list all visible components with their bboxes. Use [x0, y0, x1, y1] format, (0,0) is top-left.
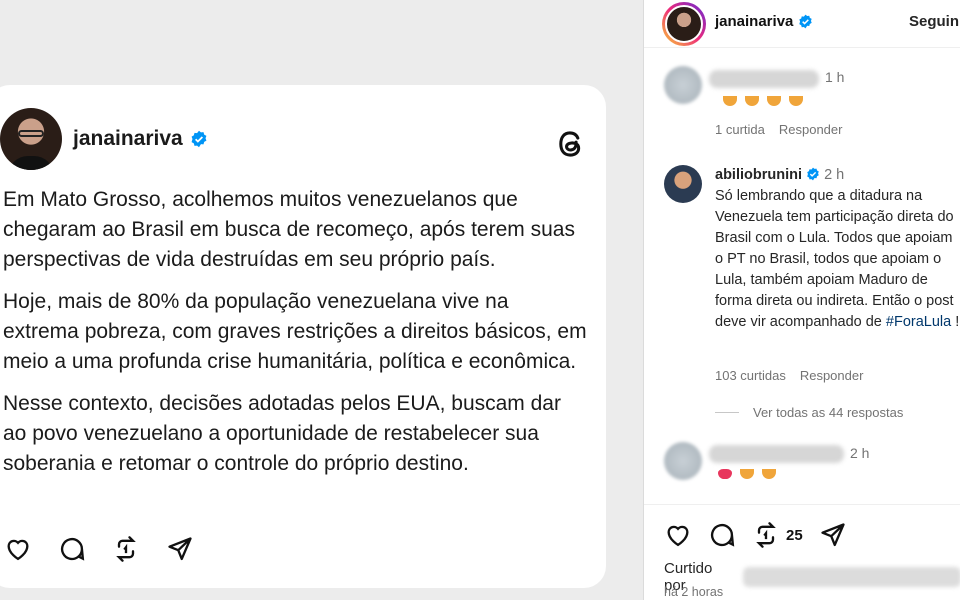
emoji-icon: [762, 469, 776, 479]
emoji-icon: [789, 96, 803, 106]
panel-author-name[interactable]: janainariva: [715, 13, 793, 30]
hashtag-link[interactable]: #ForaLula: [886, 314, 951, 330]
comment-avatar[interactable]: [664, 442, 702, 480]
comment-username[interactable]: abiliobrunini: [715, 167, 802, 183]
comment-meta: 103 curtidas Responder: [715, 368, 863, 383]
comment-emojis: [718, 469, 776, 479]
comments-list[interactable]: 1 h 1 curtida Responder abiliobrunini 2 …: [644, 48, 960, 504]
comment-icon[interactable]: [708, 521, 736, 549]
avatar-shirt: [8, 156, 54, 170]
post-actions: [4, 535, 194, 563]
comment-avatar[interactable]: [664, 66, 702, 104]
footer-actions: 25: [664, 521, 847, 549]
panel-author-avatar[interactable]: [662, 2, 706, 46]
post-paragraph-1: Em Mato Grosso, acolhemos muitos venezue…: [3, 188, 575, 271]
instagram-panel: janainariva Seguin 1 h 1 curtida Respond…: [643, 0, 960, 600]
share-icon[interactable]: [166, 535, 194, 563]
comment-text-end: !: [955, 314, 960, 330]
threads-post-card: janainariva Em Mato Grosso, acolhemos mu…: [0, 85, 606, 588]
verified-badge-icon: [191, 130, 207, 148]
post-time[interactable]: há 2 horas: [664, 585, 723, 599]
reply-button[interactable]: Responder: [779, 122, 843, 137]
heart-emoji-icon: [718, 469, 732, 479]
emoji-icon: [723, 96, 737, 106]
comment-likes[interactable]: 1 curtida: [715, 122, 765, 137]
view-replies-label[interactable]: Ver todas as 44 respostas: [753, 405, 903, 420]
panel-header: janainariva Seguin: [644, 0, 960, 48]
emoji-icon: [767, 96, 781, 106]
post-author-avatar[interactable]: [0, 108, 62, 170]
follow-button[interactable]: Seguin: [909, 13, 959, 30]
reply-button[interactable]: Responder: [800, 368, 864, 383]
avatar-glasses: [18, 130, 44, 137]
post-text: Em Mato Grosso, acolhemos muitos venezue…: [3, 185, 588, 491]
comment-time: 2 h: [850, 445, 870, 461]
comment-time: 2 h: [824, 167, 845, 183]
comment-emojis: [723, 96, 803, 106]
repost-icon[interactable]: [112, 535, 140, 563]
comment-likes[interactable]: 103 curtidas: [715, 368, 786, 383]
panel-author[interactable]: janainariva: [715, 13, 813, 30]
post-paragraph-2: Hoje, mais de 80% da população venezuela…: [3, 290, 587, 373]
comment-body: abiliobrunini 2 h Só lembrando que a dit…: [715, 165, 960, 333]
blurred-username: [709, 445, 844, 463]
repost-count: 25: [786, 526, 803, 544]
panel-footer: 25 Curtido por há 2 horas: [644, 504, 960, 600]
emoji-icon: [740, 469, 754, 479]
comment-avatar[interactable]: [664, 165, 702, 203]
verified-badge-icon: [799, 14, 813, 29]
heart-icon[interactable]: [664, 521, 692, 549]
replies-divider: [715, 412, 739, 413]
share-icon[interactable]: [819, 521, 847, 549]
comment-time: 1 h: [825, 69, 845, 85]
repost-icon[interactable]: [752, 521, 780, 549]
verified-badge-icon: [807, 167, 819, 181]
blurred-likers: [743, 567, 960, 587]
post-author-name[interactable]: janainariva: [73, 127, 183, 151]
emoji-icon: [745, 96, 759, 106]
threads-logo-icon[interactable]: [554, 127, 588, 161]
blurred-username: [709, 70, 819, 88]
view-replies-button[interactable]: Ver todas as 44 respostas: [715, 405, 903, 420]
comment-meta: 1 curtida Responder: [715, 122, 842, 137]
heart-icon[interactable]: [4, 535, 32, 563]
post-paragraph-3: Nesse contexto, decisões adotadas pelos …: [3, 392, 561, 475]
comment-icon[interactable]: [58, 535, 86, 563]
post-author[interactable]: janainariva: [73, 127, 208, 151]
comment-text: Só lembrando que a ditadura na Venezuela…: [715, 188, 954, 330]
